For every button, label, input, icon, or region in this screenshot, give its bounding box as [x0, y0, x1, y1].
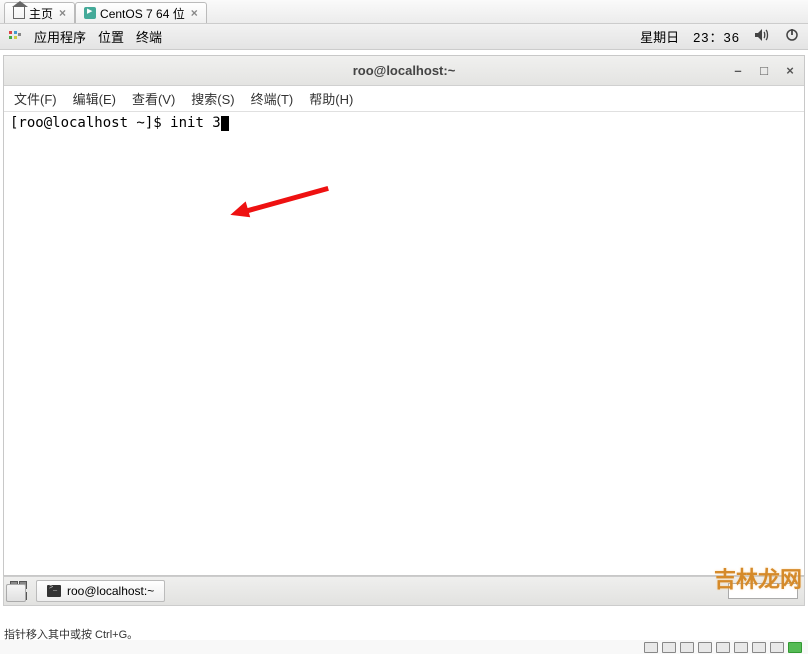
workspace-switcher[interactable]	[6, 584, 26, 602]
menu-terminal[interactable]: 终端	[136, 27, 162, 46]
window-title: roo@localhost:~	[353, 63, 456, 78]
menu-view[interactable]: 查看(V)	[132, 89, 175, 108]
vm-tab-centos-label: CentOS 7 64 位	[100, 5, 185, 22]
terminal-menubar: 文件(F) 编辑(E) 查看(V) 搜索(S) 终端(T) 帮助(H)	[4, 86, 804, 112]
usb-icon[interactable]	[716, 642, 730, 653]
gnome-top-panel: 应用程序 位置 终端 星期日 23：36	[0, 24, 808, 50]
menu-search[interactable]: 搜索(S)	[191, 89, 234, 108]
window-controls: – □ ×	[732, 65, 796, 77]
vm-tab-home-label: 主页	[29, 5, 53, 22]
vm-running-icon	[84, 7, 96, 19]
watermark-text: 吉林龙网	[714, 562, 802, 594]
network-icon[interactable]	[698, 642, 712, 653]
minimize-button[interactable]: –	[732, 65, 744, 77]
terminal-window: roo@localhost:~ – □ × 文件(F) 编辑(E) 查看(V) …	[3, 55, 805, 576]
vm-tabs: 主页 × CentOS 7 64 位 ×	[0, 0, 808, 24]
vm-tab-home[interactable]: 主页 ×	[4, 2, 75, 23]
clock-weekday: 星期日	[640, 27, 679, 46]
close-icon[interactable]: ×	[59, 6, 66, 20]
vm-tray	[0, 640, 808, 654]
menu-help[interactable]: 帮助(H)	[309, 89, 353, 108]
vm-status-hint: 指针移入其中或按 Ctrl+G。	[0, 626, 808, 640]
vm-status-icon[interactable]	[788, 642, 802, 653]
terminal-icon	[47, 585, 61, 597]
terminal-prompt: [roo@localhost ~]$	[10, 115, 170, 131]
terminal-cursor	[221, 116, 229, 131]
floppy-icon[interactable]	[680, 642, 694, 653]
terminal-command: init 3	[170, 115, 221, 131]
sound-icon[interactable]	[734, 642, 748, 653]
taskbar-item-terminal[interactable]: roo@localhost:~	[36, 580, 165, 602]
close-icon[interactable]: ×	[191, 6, 198, 20]
disk-icon[interactable]	[644, 642, 658, 653]
printer-icon[interactable]	[752, 642, 766, 653]
activities-icon[interactable]	[8, 30, 22, 44]
clock-time: 23：36	[693, 27, 740, 46]
menu-file[interactable]: 文件(F)	[14, 89, 57, 108]
device-icon[interactable]	[770, 642, 784, 653]
home-icon	[13, 7, 25, 19]
taskbar-item-label: roo@localhost:~	[67, 584, 154, 598]
menu-applications[interactable]: 应用程序	[34, 27, 86, 46]
vm-tab-centos[interactable]: CentOS 7 64 位 ×	[75, 2, 207, 23]
close-button[interactable]: ×	[784, 65, 796, 77]
volume-icon[interactable]	[754, 28, 770, 45]
menu-terminal[interactable]: 终端(T)	[251, 89, 294, 108]
gnome-taskbar: roo@localhost:~	[3, 576, 805, 606]
panel-right: 星期日 23：36	[640, 27, 800, 46]
terminal-body[interactable]: [roo@localhost ~]$ init 3	[4, 112, 804, 575]
maximize-button[interactable]: □	[758, 65, 770, 77]
window-titlebar[interactable]: roo@localhost:~ – □ ×	[4, 56, 804, 86]
menu-places[interactable]: 位置	[98, 27, 124, 46]
cdrom-icon[interactable]	[662, 642, 676, 653]
desktop: roo@localhost:~ – □ × 文件(F) 编辑(E) 查看(V) …	[0, 50, 808, 626]
power-icon[interactable]	[784, 28, 800, 45]
menu-edit[interactable]: 编辑(E)	[73, 89, 116, 108]
